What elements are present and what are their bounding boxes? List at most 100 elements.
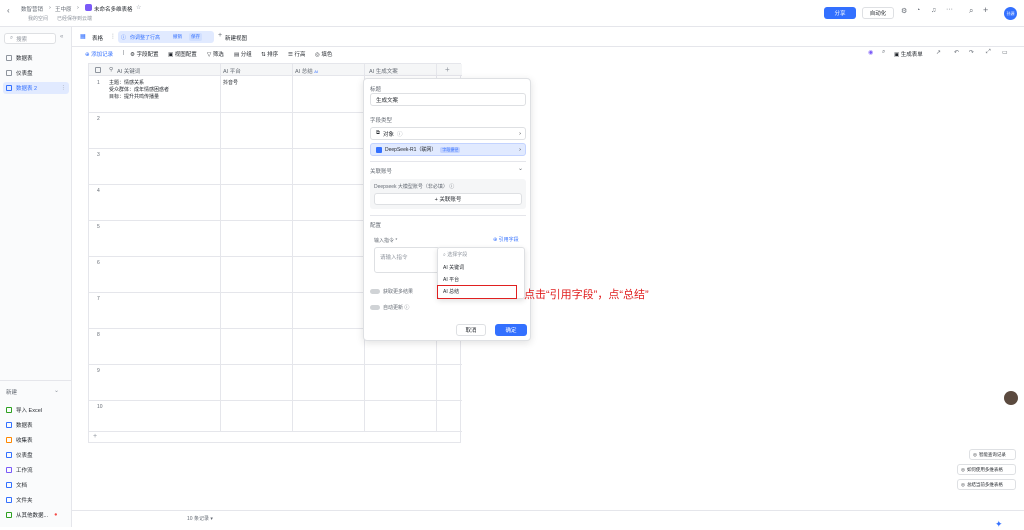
column-header-keyword[interactable]: AI 关键词 <box>117 67 140 75</box>
view-config-button[interactable]: ▣ 视图配置 <box>168 50 197 58</box>
reset-button[interactable]: 撤销 <box>173 34 182 40</box>
save-view-button[interactable]: 保存 <box>189 33 202 41</box>
dropdown-option-platform[interactable]: AI 平台 <box>443 276 459 283</box>
ai-badge: AI <box>314 69 319 74</box>
cell-text-line: 受众群体：成年情感困惑者 <box>109 87 170 93</box>
new-from-other[interactable]: 从其他数据... ● <box>0 507 72 522</box>
generate-form-button[interactable]: ▣ 生成表单 <box>894 50 923 58</box>
star-icon[interactable]: ☆ <box>136 4 141 11</box>
smart-query-button[interactable]: ◎ 智能查询记录 <box>969 449 1016 460</box>
smart-query-label: 智能查询记录 <box>978 451 1006 457</box>
ai-icon[interactable]: ◉ <box>868 49 873 56</box>
info-icon: ⓘ <box>121 35 127 41</box>
row-number: 9 <box>97 368 100 374</box>
new-table[interactable]: 数据表 <box>0 417 72 432</box>
new-item-label: 文档 <box>16 482 28 489</box>
account-label: 关联账号 <box>370 169 393 175</box>
back-icon[interactable]: ‹ <box>7 6 10 15</box>
select-all-checkbox[interactable] <box>95 67 101 73</box>
dropdown-option-keyword[interactable]: AI 关键词 <box>443 264 464 271</box>
how-to-use-button[interactable]: ◎ 如何使用多维表格 <box>957 464 1016 475</box>
new-view-button[interactable]: 新建视图 <box>225 34 247 42</box>
new-workflow[interactable]: 工作流 <box>0 462 72 477</box>
chevron-down-icon[interactable]: ⌄ <box>54 387 59 394</box>
avatar[interactable]: 孙源 <box>1004 7 1017 20</box>
auto-update-toggle[interactable] <box>370 305 380 310</box>
fill-color-button[interactable]: ◎ 填色 <box>315 50 332 58</box>
new-import-excel[interactable]: 导入 Excel <box>0 402 72 417</box>
more-icon[interactable]: ··· <box>946 6 953 13</box>
new-item-label: 工作流 <box>16 467 33 474</box>
more-icon[interactable]: ⋮ <box>61 85 67 91</box>
new-dashboard[interactable]: 仪表盘 <box>0 447 72 462</box>
model-select[interactable]: DeepSeek-R1（联网） 字段捷径 › <box>370 143 526 156</box>
history-icon[interactable]: ◔ <box>916 7 920 14</box>
undo-icon[interactable]: ↶ <box>954 49 959 56</box>
form-icon: ▣ <box>894 52 900 58</box>
group-button[interactable]: ▤ 分组 <box>234 50 252 58</box>
summarize-table-button[interactable]: ◎ 总结当前多维表格 <box>957 479 1016 490</box>
robot-icon[interactable]: ⚙ <box>901 7 907 15</box>
annotation-text: 点击“引用字段”，点“总结” <box>524 289 649 301</box>
more-results-toggle[interactable] <box>370 289 380 294</box>
new-folder[interactable]: 文件夹 <box>0 492 72 507</box>
more-icon[interactable]: ⋮ <box>110 33 116 40</box>
sidebar: ⌕ 搜索 « 数据表 仪表盘 数据表 2 ⋮ 新建 ⌄ 导入 Excel 数据表 收… <box>0 27 72 527</box>
ai-text-icon: AI <box>443 277 448 283</box>
new-doc[interactable]: 文档 <box>0 477 72 492</box>
add-column-icon[interactable]: + <box>445 65 450 74</box>
dropdown-search-input[interactable]: ⌕ 选择字段 <box>443 251 467 258</box>
redo-icon[interactable]: ↷ <box>969 49 974 56</box>
bell-icon[interactable]: ♫ <box>931 7 936 14</box>
ai-text-icon: AI <box>443 265 448 271</box>
sidebar-search-input[interactable]: ⌕ 搜索 <box>4 33 56 44</box>
search-icon[interactable]: ⌕ <box>882 49 885 56</box>
field-config-button[interactable]: ⚙ 字段配置 <box>130 50 158 58</box>
record-count[interactable]: 10 条记录 ▾ <box>187 515 213 522</box>
collapse-icon[interactable]: « <box>60 34 63 40</box>
plus-icon[interactable]: + <box>983 5 988 15</box>
column-header-platform[interactable]: AI 平台 <box>223 67 241 75</box>
sidebar-item-table[interactable]: 数据表 <box>0 52 72 64</box>
folder-icon <box>6 496 12 503</box>
assistant-avatar[interactable] <box>1004 391 1018 405</box>
group-icon: ▤ <box>234 52 240 58</box>
filter-button[interactable]: ▽ 筛选 <box>207 50 224 58</box>
search-icon[interactable]: ⌕ <box>969 6 973 16</box>
doc-title[interactable]: 未命名多维表格 <box>94 5 133 13</box>
link-account-button[interactable]: + 关联账号 <box>374 193 522 205</box>
title-label: 标题 <box>370 87 382 93</box>
sidebar-item-table-2[interactable]: 数据表 2 ⋮ <box>3 82 69 94</box>
ai-text-icon: AI <box>223 69 229 75</box>
automation-button[interactable]: 自动化 <box>862 7 894 19</box>
cell-platform-row1[interactable]: 抖音号 <box>223 80 238 87</box>
comment-icon[interactable]: ▭ <box>1002 49 1008 56</box>
space-label[interactable]: 我的空间 <box>28 15 48 22</box>
new-form[interactable]: 收集表 <box>0 432 72 447</box>
add-record-button[interactable]: ⊕ 添加记录 <box>85 50 113 58</box>
cell-text-line: 目标：提升共鸣传播量 <box>109 94 160 100</box>
add-row-icon[interactable]: + <box>93 433 97 440</box>
field-type-select[interactable]: ⧉ 对象 ⓘ › <box>370 127 526 140</box>
sort-button[interactable]: ⇅ 排序 <box>261 50 278 58</box>
title-input[interactable]: 生成文案 <box>370 93 526 106</box>
cell-keyword-row1[interactable]: 主题：情感关系 受众群体：成年情感困惑者 目标：提升共鸣传播量 <box>109 80 217 101</box>
sort-icon: ⇅ <box>261 52 266 58</box>
separator: | <box>123 50 125 56</box>
share-view-icon[interactable]: ↗ <box>936 49 941 56</box>
instruction-textarea[interactable]: 请输入指令 <box>374 247 440 273</box>
breadcrumb-2[interactable]: 王中原 <box>55 5 72 13</box>
sidebar-item-dashboard[interactable]: 仪表盘 <box>0 67 72 79</box>
column-header-generate[interactable]: AI 生成文案 <box>369 67 398 75</box>
breadcrumb-1[interactable]: 数智营销 <box>21 5 43 13</box>
tab-grid-view[interactable]: 表格 <box>92 34 103 42</box>
share-button[interactable]: 分享 <box>824 7 856 19</box>
column-header-summary[interactable]: AI 总结 AI <box>295 67 318 75</box>
reference-field-button[interactable]: ⊕ 引用字段 <box>493 236 519 243</box>
sparkle-icon[interactable]: ✦ <box>995 519 1003 530</box>
chevron-down-icon[interactable]: ⌄ <box>518 165 523 172</box>
expand-icon[interactable]: ⤢ <box>986 49 991 56</box>
row-height-button[interactable]: ☰ 行高 <box>288 50 305 58</box>
cancel-button[interactable]: 取消 <box>456 324 486 336</box>
confirm-button[interactable]: 确定 <box>495 324 527 336</box>
